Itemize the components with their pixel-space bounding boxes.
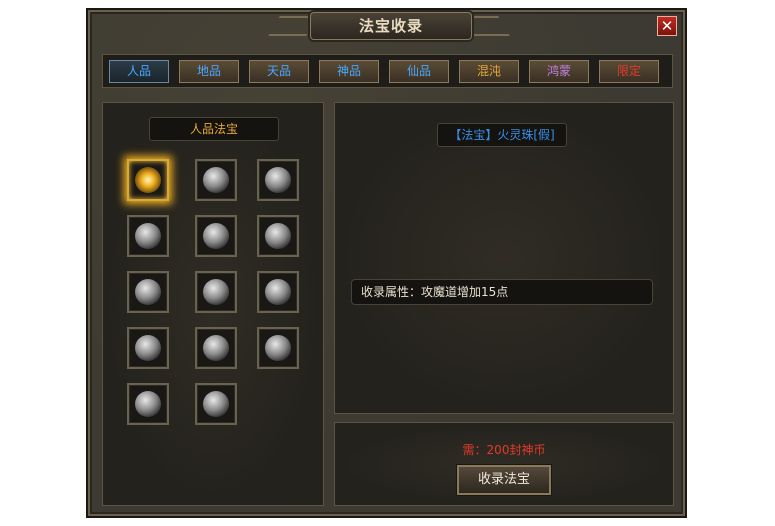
skull-cauldron-icon <box>135 279 161 305</box>
tab-shen-pin[interactable]: 神品 <box>319 60 379 83</box>
eye-ring-icon <box>265 167 291 193</box>
tab-label: 天品 <box>266 64 291 78</box>
tab-label: 人品 <box>126 64 151 78</box>
collect-action-panel: 需：200封神币 收录法宝 <box>334 422 674 506</box>
tab-di-pin[interactable]: 地品 <box>179 60 239 83</box>
treasure-slot[interactable] <box>257 159 299 201</box>
tab-hun-dun[interactable]: 混沌 <box>459 60 519 83</box>
treasure-slot[interactable] <box>127 383 169 425</box>
treasure-collection-window: 法宝收录 ✕ 人品 地品 天品 神品 仙品 混沌 鸿蒙 限定 人品法宝 【法宝】… <box>86 8 687 518</box>
tab-tian-pin[interactable]: 天品 <box>249 60 309 83</box>
close-button[interactable]: ✕ <box>657 16 677 36</box>
category-label: 人品法宝 <box>149 117 279 141</box>
treasure-slot[interactable] <box>257 327 299 369</box>
treasure-slot[interactable] <box>127 327 169 369</box>
collect-treasure-button[interactable]: 收录法宝 <box>457 465 551 495</box>
treasure-slot[interactable] <box>195 327 237 369</box>
treasure-detail-panel: 【法宝】火灵珠[假] 收录属性：攻魔道增加15点 <box>334 102 674 414</box>
treasure-slot[interactable] <box>195 383 237 425</box>
tab-label: 神品 <box>336 64 361 78</box>
tab-label: 地品 <box>196 64 221 78</box>
treasure-slot[interactable] <box>257 215 299 257</box>
dragon-coil-icon <box>203 391 229 417</box>
close-icon: ✕ <box>660 17 674 35</box>
treasure-slot[interactable] <box>127 215 169 257</box>
dagger-ornament-icon <box>203 279 229 305</box>
grade-tab-bar: 人品 地品 天品 神品 仙品 混沌 鸿蒙 限定 <box>102 54 673 88</box>
tab-hong-meng[interactable]: 鸿蒙 <box>529 60 589 83</box>
item-name-label: 【法宝】火灵珠[假] <box>437 123 567 147</box>
treasure-slot[interactable] <box>195 215 237 257</box>
tripod-icon <box>265 279 291 305</box>
bronze-mirror-icon <box>203 167 229 193</box>
tab-label: 仙品 <box>406 64 431 78</box>
serpent-ring-icon <box>135 335 161 361</box>
pearl-icon <box>135 391 161 417</box>
spear-icon <box>265 335 291 361</box>
window-title: 法宝收录 <box>358 17 423 35</box>
treasure-slot[interactable] <box>195 159 237 201</box>
treasure-slot[interactable] <box>127 271 169 313</box>
treasure-slot[interactable] <box>195 271 237 313</box>
title-plate: 法宝收录 <box>310 12 472 40</box>
tab-label: 限定 <box>616 64 641 78</box>
treasure-slot[interactable] <box>127 159 169 201</box>
tab-xian-pin[interactable]: 仙品 <box>389 60 449 83</box>
collect-attribute-text: 收录属性：攻魔道增加15点 <box>351 279 653 305</box>
treasure-slot[interactable] <box>257 271 299 313</box>
treasure-list-panel: 人品法宝 <box>102 102 324 506</box>
claw-bracelet-icon <box>203 223 229 249</box>
tab-xian-ding[interactable]: 限定 <box>599 60 659 83</box>
tab-ren-pin[interactable]: 人品 <box>109 60 169 83</box>
tassel-bell-icon <box>135 223 161 249</box>
tab-label: 混沌 <box>476 64 501 78</box>
title-bar: 法宝收录 ✕ <box>88 10 685 40</box>
cost-text: 需：200封神币 <box>462 443 546 457</box>
beaded-eye-icon <box>203 335 229 361</box>
fan-shell-icon <box>265 223 291 249</box>
orb-glow-icon <box>135 167 161 193</box>
tab-label: 鸿蒙 <box>546 64 571 78</box>
